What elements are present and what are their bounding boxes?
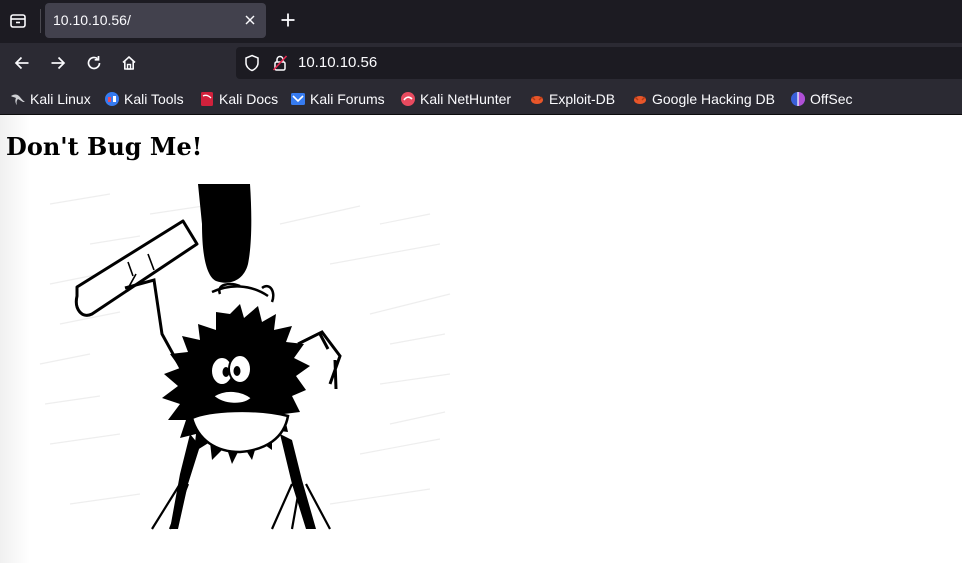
bookmark-label: OffSec [810,91,853,107]
bookmark-kali-nethunter[interactable]: Kali NetHunter [400,90,511,108]
tab-list-icon [10,14,26,28]
bookmark-kali-linux[interactable]: Kali Linux [10,90,91,108]
bookmark-label: Kali Docs [219,91,279,107]
kali-tools-icon [105,92,119,106]
new-tab-button[interactable] [276,8,300,32]
arrow-left-icon [14,56,29,70]
home-icon [122,56,136,70]
bookmark-label: Kali Tools [124,91,184,107]
kali-nethunter-icon [401,92,415,106]
arrow-right-icon [51,56,66,70]
bookmark-exploit-db[interactable]: Exploit-DB [529,90,615,108]
bookmark-label: Exploit-DB [549,91,616,107]
bug-with-hammer-image [39,184,451,530]
bookmark-label: Google Hacking DB [652,91,775,107]
page-left-shadow [0,115,30,563]
ghdb-icon [634,96,646,104]
bookmark-label: Kali Forums [310,91,385,107]
home-button[interactable] [116,50,142,76]
url-bar[interactable]: 10.10.10.56 [236,47,962,79]
url-text[interactable]: 10.10.10.56 [298,54,377,71]
tab-list-button[interactable] [4,7,32,35]
bookmark-kali-forums[interactable]: Kali Forums [290,90,385,108]
bookmark-kali-tools[interactable]: Kali Tools [104,90,184,108]
tab-active[interactable]: 10.10.10.56/ [45,3,266,38]
kali-dragon-icon [11,94,25,105]
page-heading: Don't Bug Me! [6,132,203,161]
navigation-toolbar: 10.10.10.56 [0,43,962,83]
tab-title: 10.10.10.56/ [53,12,131,28]
browser-chrome: 10.10.10.56/ 10.10.10.56 Kali Linux Kali… [0,0,962,115]
kali-docs-icon [201,92,213,106]
forward-button[interactable] [45,50,71,76]
bookmark-kali-docs[interactable]: Kali Docs [199,90,278,108]
tab-bar: 10.10.10.56/ [0,0,962,43]
tab-close-button[interactable] [241,11,259,29]
kali-forums-icon [291,93,305,105]
offsec-icon [791,92,805,106]
bookmarks-toolbar: Kali Linux Kali Tools Kali Docs Kali For… [0,84,962,115]
bookmark-label: Kali Linux [30,91,91,107]
bookmark-offsec[interactable]: OffSec [790,90,853,108]
exploit-db-icon [531,96,543,104]
insecure-lock-icon[interactable] [273,55,287,71]
shield-icon[interactable] [244,54,260,72]
reload-icon [87,56,101,70]
back-button[interactable] [9,50,35,76]
plus-icon [281,13,295,27]
bookmark-google-hacking-db[interactable]: Google Hacking DB [632,90,775,108]
reload-button[interactable] [81,50,107,76]
tab-separator [40,9,41,33]
close-icon [245,15,255,25]
page-content: Don't Bug Me! [0,115,962,563]
bookmark-label: Kali NetHunter [420,91,512,107]
